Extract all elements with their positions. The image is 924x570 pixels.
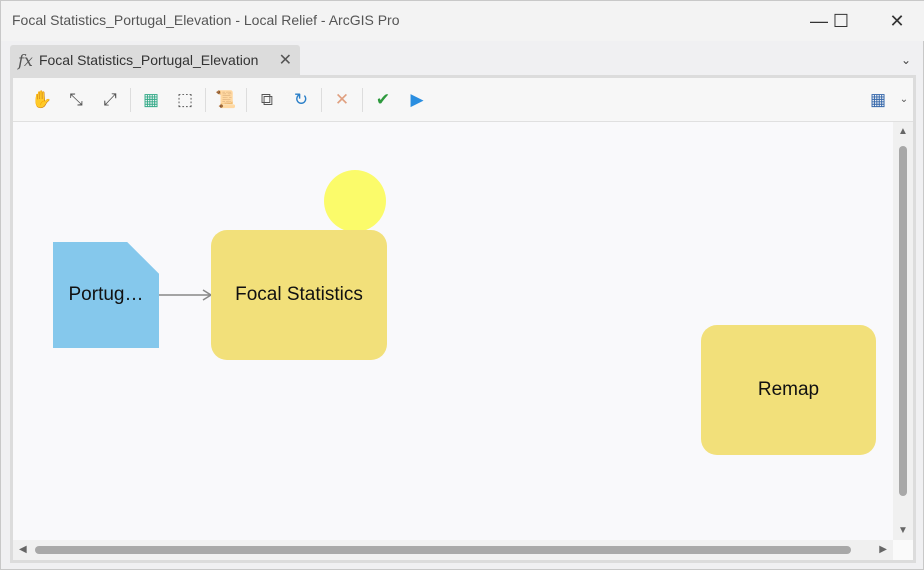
title-bar: Focal Statistics_Portugal_Elevation - Lo…	[1, 1, 924, 41]
iterator-icon[interactable]: ↻	[284, 85, 318, 115]
auto-layout-icon[interactable]: ▦	[134, 85, 168, 115]
select-all-icon[interactable]: ⬚	[168, 85, 202, 115]
fit-to-window-icon[interactable]: ⤡	[59, 85, 93, 115]
model-canvas[interactable]: Portug… Focal Statistics Remap	[13, 122, 893, 540]
horizontal-scrollbar[interactable]: ◀ ▶	[13, 540, 893, 560]
node-label: Portug…	[68, 284, 144, 305]
input-data-node[interactable]: Portug…	[53, 242, 159, 348]
overflow-icon[interactable]: ⌄	[895, 85, 913, 115]
run-icon[interactable]: ▶	[400, 85, 434, 115]
model-icon: fx	[18, 50, 33, 70]
tab-list-chevron-icon[interactable]: ⌄	[901, 53, 911, 67]
focal-statistics-node[interactable]: Focal Statistics	[211, 230, 387, 360]
maximize-button[interactable]: ☐	[821, 7, 861, 35]
tab-label: Focal Statistics_Portugal_Elevation	[38, 52, 259, 68]
report-icon[interactable]: 📜	[209, 85, 243, 115]
model-view: ✋ ⤡ ⤢ ▦ ⬚ 📜 ⧉ ↻ ✕ ✔ ▶ ▦ ⌄ Portug… Focal …	[10, 75, 916, 563]
window-title: Focal Statistics_Portugal_Elevation - Lo…	[12, 12, 400, 28]
validate-icon[interactable]: ✔	[366, 85, 400, 115]
remap-node[interactable]: Remap	[701, 325, 876, 455]
tab-model[interactable]: fx Focal Statistics_Portugal_Elevation ✕	[10, 45, 300, 75]
close-button[interactable]: ✕	[877, 7, 917, 35]
close-tab-icon[interactable]: ✕	[279, 50, 292, 70]
full-extent-icon[interactable]: ⤢	[93, 85, 127, 115]
connector-arrow	[159, 289, 213, 301]
pan-icon[interactable]: ✋	[25, 85, 59, 115]
delete-icon[interactable]: ✕	[325, 85, 359, 115]
add-element-icon[interactable]: ⧉	[250, 85, 284, 115]
node-label: Remap	[757, 379, 820, 400]
tab-row: fx Focal Statistics_Portugal_Elevation ✕	[1, 41, 924, 75]
node-label: Focal Statistics	[235, 284, 363, 305]
vertical-scrollbar[interactable]: ▲ ▼	[893, 122, 913, 540]
cursor-highlight	[324, 170, 386, 232]
toolbar: ✋ ⤡ ⤢ ▦ ⬚ 📜 ⧉ ↻ ✕ ✔ ▶ ▦ ⌄	[13, 78, 913, 122]
variables-icon[interactable]: ▦	[861, 85, 895, 115]
